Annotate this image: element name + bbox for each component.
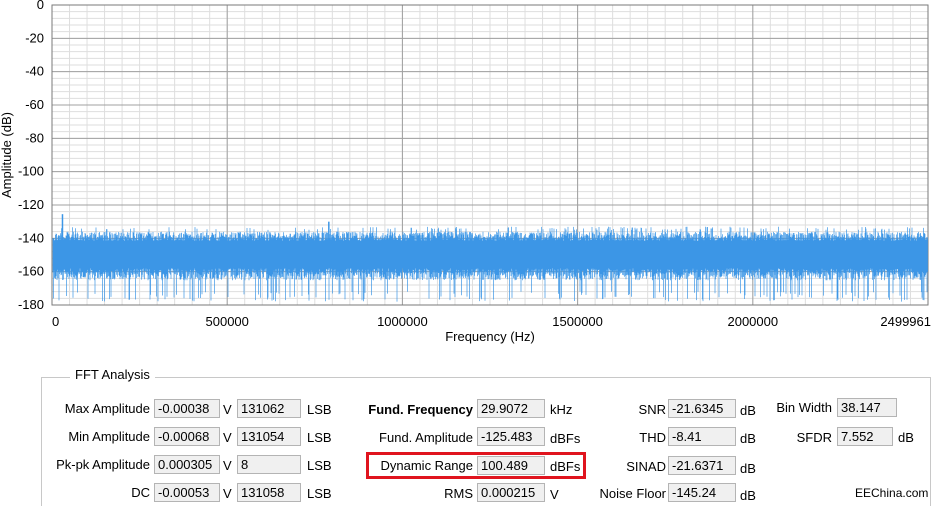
y-tick-label: -140 [18, 230, 44, 245]
rms-field[interactable]: 0.000215 [477, 483, 545, 502]
y-tick-label: -160 [18, 264, 44, 279]
x-axis-ticks: 0 500000 1000000 1500000 2000000 2499961 [52, 314, 931, 329]
sfdr-label: SFDR [796, 430, 832, 445]
y-axis-label: Amplitude (dB) [0, 112, 14, 198]
noise-floor-field[interactable]: -145.24 [668, 483, 736, 502]
fund-amplitude-label: Fund. Amplitude [379, 430, 473, 445]
sinad-field[interactable]: -21.6371 [668, 456, 736, 475]
fund-amplitude-field[interactable]: -125.483 [477, 427, 545, 446]
bin-width-label: Bin Width [776, 400, 832, 415]
snr-unit: dB [740, 403, 756, 418]
snr-field[interactable]: -21.6345 [668, 399, 736, 418]
sinad-unit: dB [740, 461, 756, 476]
thd-field[interactable]: -8.41 [668, 427, 736, 446]
snr-label: SNR [638, 402, 666, 417]
x-tick-label: 0 [52, 314, 59, 329]
dc-label: DC [131, 485, 150, 500]
y-tick-label: -180 [18, 297, 44, 312]
y-tick-label: -80 [25, 130, 44, 145]
noise-floor-label: Noise Floor [599, 486, 666, 501]
dc-lsb-unit: LSB [307, 486, 332, 501]
min-amplitude-v-unit: V [223, 430, 232, 445]
min-amplitude-lsb-unit: LSB [307, 430, 332, 445]
y-tick-label: 0 [37, 0, 44, 12]
y-tick-label: -120 [18, 197, 44, 212]
x-tick-label: 1000000 [377, 314, 428, 329]
y-tick-label: -100 [18, 164, 44, 179]
rms-label: RMS [444, 486, 473, 501]
max-amplitude-lsb-unit: LSB [307, 402, 332, 417]
max-amplitude-label: Max Amplitude [64, 401, 150, 416]
pkpk-amplitude-v-field[interactable]: 0.000305 [154, 455, 220, 474]
watermark: EEChina.com [855, 486, 929, 500]
min-amplitude-lsb-field[interactable]: 131054 [237, 427, 301, 446]
min-amplitude-label: Min Amplitude [68, 429, 150, 444]
max-amplitude-lsb-field[interactable]: 131062 [237, 399, 301, 418]
y-axis-ticks: 0 -20 -40 -60 -80 -100 -120 -140 -160 -180 [18, 0, 44, 312]
sfdr-unit: dB [898, 430, 914, 445]
dc-v-field[interactable]: -0.00053 [154, 483, 220, 502]
y-tick-label: -20 [25, 30, 44, 45]
pkpk-amplitude-label: Pk-pk Amplitude [56, 457, 150, 472]
fund-amplitude-unit: dBFs [550, 431, 581, 446]
x-tick-label: 2000000 [727, 314, 778, 329]
dc-lsb-field[interactable]: 131058 [237, 483, 301, 502]
pkpk-amplitude-v-unit: V [223, 458, 232, 473]
bin-width-field[interactable]: 38.147 [837, 398, 897, 417]
noise-floor-unit: dB [740, 488, 756, 503]
y-tick-label: -40 [25, 64, 44, 79]
fft-spectrum-chart: 0 -20 -40 -60 -80 -100 -120 -140 -160 -180 0 50000… [0, 0, 931, 344]
x-axis-label: Frequency (Hz) [445, 329, 535, 344]
sfdr-field[interactable]: 7.552 [837, 427, 893, 446]
max-amplitude-v-field[interactable]: -0.00038 [154, 399, 220, 418]
dynamic-range-highlight [366, 452, 586, 479]
rms-unit: V [550, 487, 559, 502]
fund-frequency-unit: kHz [550, 402, 573, 417]
fund-frequency-field[interactable]: 29.9072 [477, 399, 545, 418]
thd-label: THD [639, 430, 666, 445]
x-tick-label: 1500000 [552, 314, 603, 329]
fft-analysis-title: FFT Analysis [70, 367, 155, 382]
min-amplitude-v-field[interactable]: -0.00068 [154, 427, 220, 446]
thd-unit: dB [740, 431, 756, 446]
dc-v-unit: V [223, 486, 232, 501]
max-amplitude-v-unit: V [223, 402, 232, 417]
x-tick-label: 500000 [206, 314, 249, 329]
x-tick-label: 2499961 [880, 314, 931, 329]
sinad-label: SINAD [626, 459, 666, 474]
pkpk-amplitude-lsb-unit: LSB [307, 458, 332, 473]
pkpk-amplitude-lsb-field[interactable]: 8 [237, 455, 301, 474]
y-tick-label: -60 [25, 97, 44, 112]
fund-frequency-label: Fund. Frequency [368, 402, 473, 417]
